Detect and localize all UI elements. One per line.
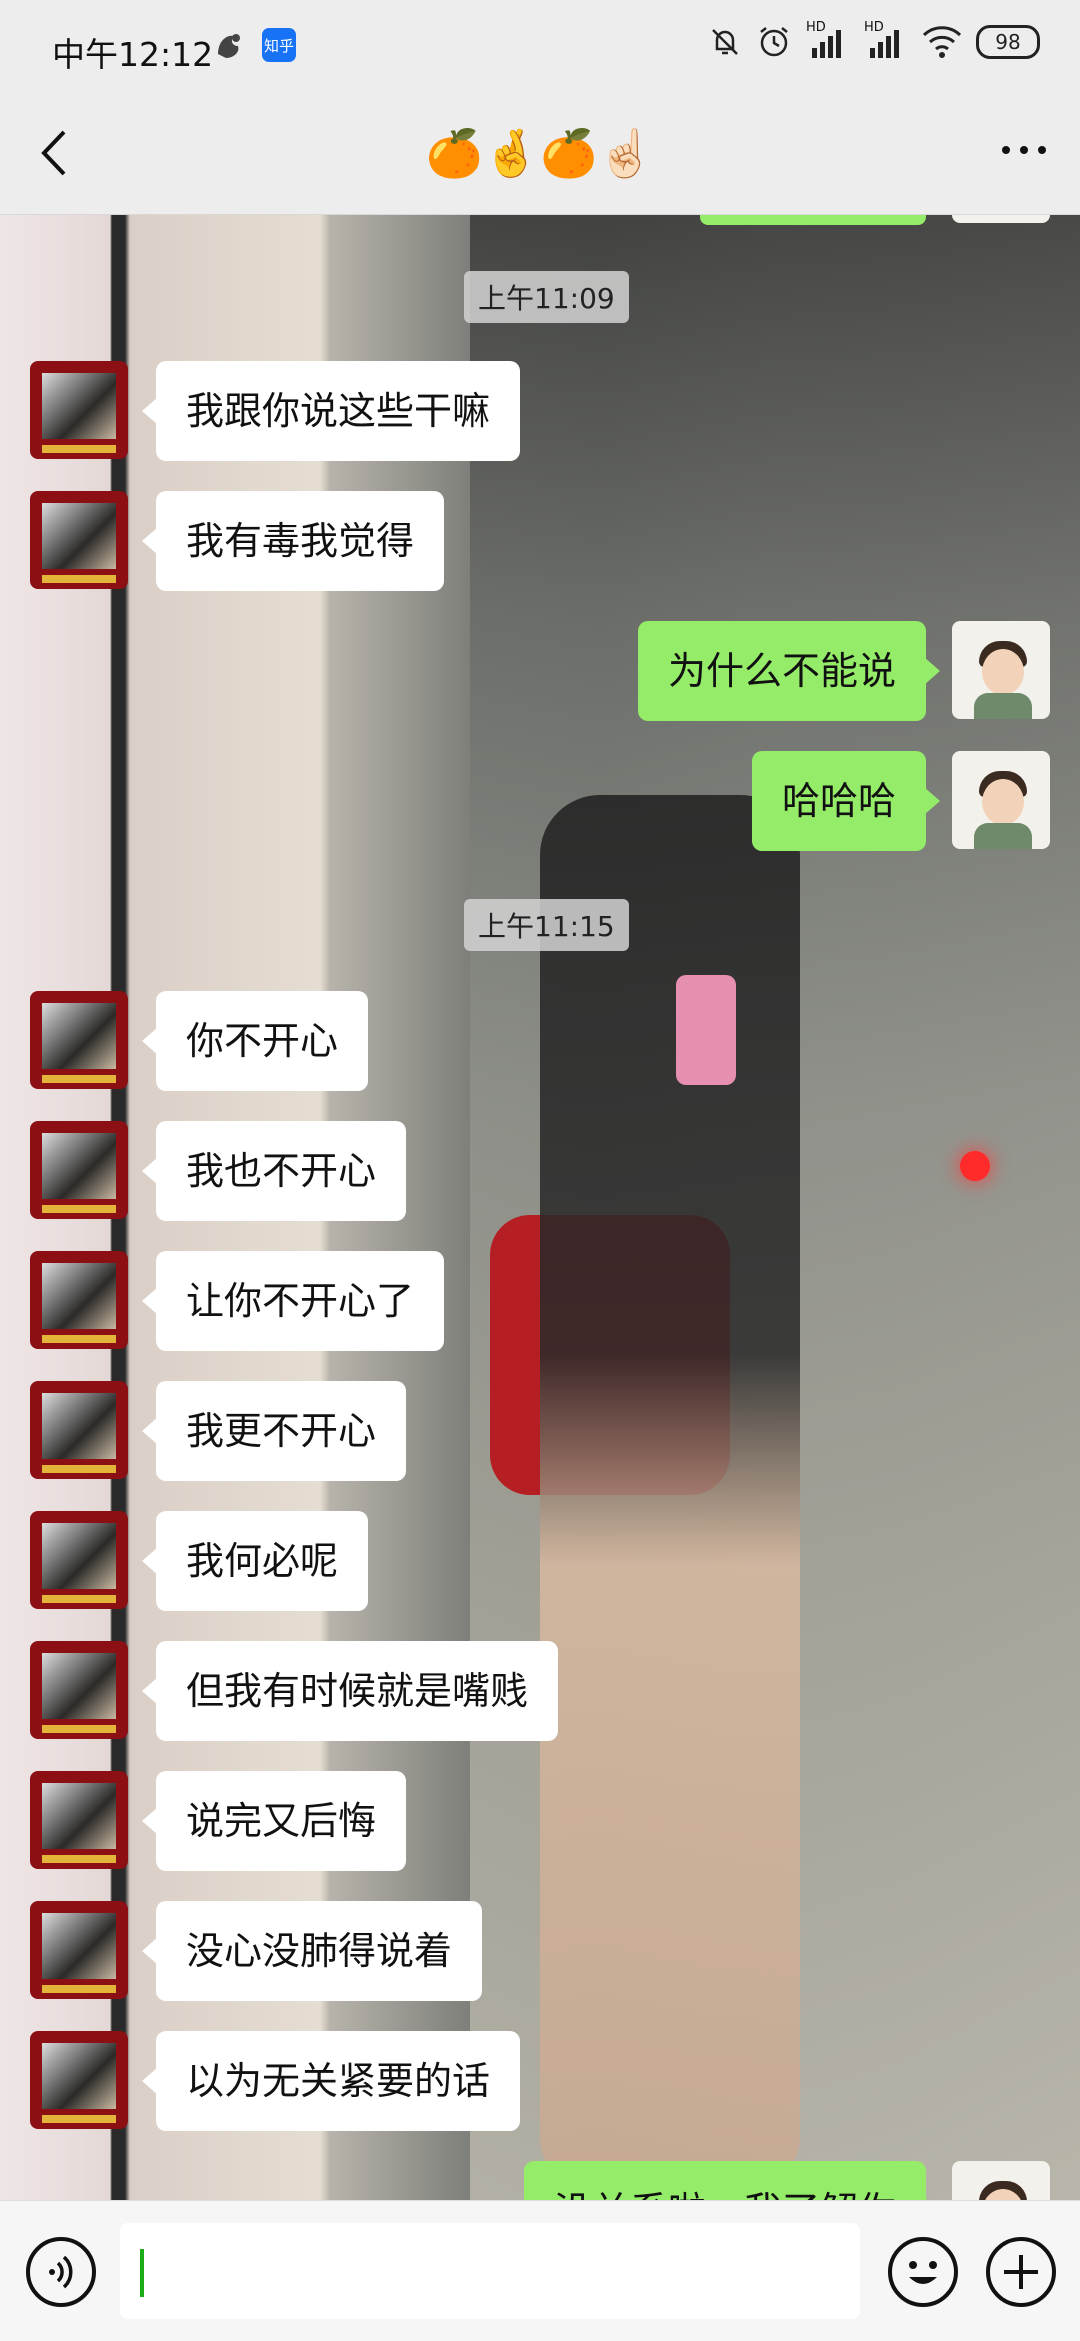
chat-title: 🍊🤞🍊☝🏻 <box>425 126 655 180</box>
smiley-icon <box>909 2261 937 2284</box>
timestamp: 上午11:15 <box>464 899 629 951</box>
chat-header: 🍊🤞🍊☝🏻 <box>0 96 1080 215</box>
message-left[interactable]: 说完又后悔 <box>141 1771 407 1871</box>
message-bubble[interactable]: 我有毒我觉得 <box>141 491 445 591</box>
uc-browser-icon <box>218 34 240 58</box>
message-bubble[interactable]: 我更不开心 <box>141 1381 407 1481</box>
message-left[interactable]: 我跟你说这些干嘛 <box>141 361 521 461</box>
contact-avatar[interactable] <box>30 1511 128 1609</box>
message-left[interactable]: 我更不开心 <box>141 1381 407 1481</box>
hd-label-1: HD <box>806 20 826 35</box>
add-button[interactable] <box>986 2237 1056 2307</box>
chat-area[interactable]: 上午11:09 我跟你说这些干嘛 我有毒我觉得 为什么不能说 哈哈哈 上午11:… <box>0 215 1080 2200</box>
contact-avatar[interactable] <box>30 1771 128 1869</box>
message-left[interactable]: 我何必呢 <box>141 1511 369 1611</box>
my-avatar[interactable] <box>952 621 1050 719</box>
message-bubble[interactable]: 为什么不能说 <box>637 621 941 721</box>
contact-avatar[interactable] <box>30 991 128 1089</box>
message-left[interactable]: 我有毒我觉得 <box>141 491 445 591</box>
message-bubble[interactable]: 以为无关紧要的话 <box>141 2031 521 2131</box>
zhihu-icon: 知乎 <box>262 28 296 62</box>
partial-bubble-top <box>700 215 926 225</box>
background-phone <box>676 975 736 1085</box>
message-bubble[interactable]: 我何必呢 <box>141 1511 369 1611</box>
input-bar <box>0 2200 1080 2341</box>
message-bubble[interactable]: 我跟你说这些干嘛 <box>141 361 521 461</box>
message-left[interactable]: 但我有时候就是嘴贱 <box>141 1641 559 1741</box>
message-bubble[interactable]: 说完又后悔 <box>141 1771 407 1871</box>
message-left[interactable]: 没心没肺得说着 <box>141 1901 483 2001</box>
background-red-light <box>960 1151 990 1181</box>
emoji-button[interactable] <box>888 2237 958 2307</box>
contact-avatar[interactable] <box>30 1641 128 1739</box>
my-avatar[interactable] <box>952 751 1050 849</box>
battery-indicator: 98 <box>976 25 1040 59</box>
message-bubble[interactable]: 你不开心 <box>141 991 369 1091</box>
message-bubble[interactable]: 但我有时候就是嘴贱 <box>141 1641 559 1741</box>
message-left[interactable]: 你不开心 <box>141 991 369 1091</box>
status-app-icons: 知乎 <box>212 28 296 62</box>
signal-1-icon: HD <box>806 20 850 60</box>
mute-bell-icon <box>712 29 738 55</box>
message-bubble[interactable]: 没关系啦，我了解你 <box>523 2161 941 2200</box>
message-bubble[interactable]: 我也不开心 <box>141 1121 407 1221</box>
signal-2-icon: HD <box>864 20 908 60</box>
wifi-icon <box>922 26 962 58</box>
more-options-icon[interactable] <box>1000 140 1048 160</box>
message-bubble[interactable]: 让你不开心了 <box>141 1251 445 1351</box>
message-left[interactable]: 我也不开心 <box>141 1121 407 1221</box>
partial-avatar-top <box>952 215 1050 223</box>
contact-avatar[interactable] <box>30 361 128 459</box>
alarm-icon <box>760 27 788 57</box>
background-figure-body <box>540 795 800 2195</box>
voice-button[interactable] <box>26 2237 96 2307</box>
message-right-partial[interactable]: 没关系啦，我了解你 <box>523 2161 941 2200</box>
contact-avatar[interactable] <box>30 1251 128 1349</box>
contact-avatar[interactable] <box>30 2031 128 2129</box>
plus-icon <box>1004 2255 1038 2289</box>
my-avatar[interactable] <box>952 2161 1050 2200</box>
status-right-icons: HD HD 98 <box>708 20 1040 60</box>
contact-avatar[interactable] <box>30 1121 128 1219</box>
message-right[interactable]: 为什么不能说 <box>637 621 941 721</box>
message-input[interactable] <box>120 2223 860 2319</box>
contact-avatar[interactable] <box>30 1381 128 1479</box>
message-bubble[interactable]: 没心没肺得说着 <box>141 1901 483 2001</box>
message-left[interactable]: 以为无关紧要的话 <box>141 2031 521 2131</box>
message-right[interactable]: 哈哈哈 <box>751 751 941 851</box>
text-caret <box>140 2249 144 2297</box>
hd-label-2: HD <box>864 20 884 35</box>
status-bar: 中午12:12 知乎 HD HD 98 <box>0 0 1080 96</box>
message-left[interactable]: 让你不开心了 <box>141 1251 445 1351</box>
contact-avatar[interactable] <box>30 1901 128 1999</box>
contact-avatar[interactable] <box>30 491 128 589</box>
timestamp: 上午11:09 <box>464 271 629 323</box>
voice-wave-icon <box>49 2255 73 2289</box>
status-time: 中午12:12 <box>52 35 214 74</box>
message-bubble[interactable]: 哈哈哈 <box>751 751 941 851</box>
